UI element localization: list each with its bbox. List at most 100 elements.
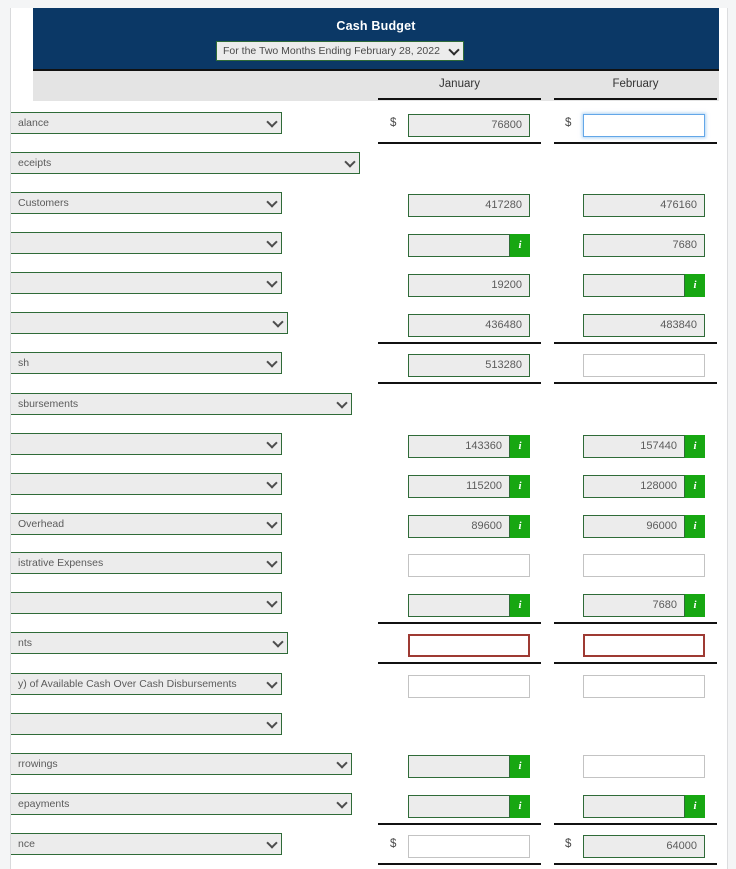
february-ending-cash-balance-input[interactable]: 64000 (583, 835, 705, 858)
account-select-selling-administrative-expenses[interactable]: istrative Expenses (11, 552, 282, 574)
column-header-january-underline (378, 98, 541, 100)
account-select-label: eceipts (18, 157, 52, 169)
chevron-down-icon (274, 318, 282, 326)
account-select-label: sbursements (18, 398, 79, 410)
january-beginning-cash-balance-currency-symbol: $ (390, 117, 397, 129)
february-disbursement-row-4-underline (554, 622, 717, 624)
page-title: Cash Budget (336, 19, 416, 33)
account-select-label: rrowings (18, 758, 58, 770)
february-total-cash-available-input[interactable] (583, 354, 705, 377)
february-disbursement-row-1-info-icon[interactable]: i (685, 435, 705, 458)
january-manufacturing-overhead-info-icon[interactable]: i (510, 515, 530, 538)
february-manufacturing-overhead-info-icon[interactable]: i (685, 515, 705, 538)
february-selling-administrative-expenses-input[interactable] (583, 554, 705, 577)
account-select-collections-from-customers[interactable]: Customers (11, 192, 282, 214)
account-select-disbursement-row-2[interactable] (11, 473, 282, 495)
january-disbursement-row-4-info-icon[interactable]: i (510, 594, 530, 617)
january-borrowings-input[interactable] (408, 755, 510, 778)
january-repayments-info-icon[interactable]: i (510, 795, 530, 818)
chevron-down-icon (268, 238, 276, 246)
january-disbursement-row-1-info-icon[interactable]: i (510, 435, 530, 458)
panel-header: Cash Budget For the Two Months Ending Fe… (33, 8, 719, 70)
chevron-down-icon (268, 839, 276, 847)
february-receipts-row-3-input[interactable] (583, 274, 685, 297)
february-repayments-info-icon[interactable]: i (685, 795, 705, 818)
february-collections-from-customers-input[interactable]: 476160 (583, 194, 705, 217)
february-disbursement-row-4-input[interactable]: 7680 (583, 594, 685, 617)
column-header-february: February (612, 78, 659, 90)
january-total-cash-available-input[interactable]: 513280 (408, 354, 530, 377)
january-ending-cash-balance-underline (378, 863, 541, 865)
period-select[interactable]: For the Two Months Ending February 28, 2… (216, 41, 464, 61)
account-select-total-cash-available[interactable]: sh (11, 352, 282, 374)
february-manufacturing-overhead-input[interactable]: 96000 (583, 515, 685, 538)
account-select-disbursement-row-1[interactable] (11, 433, 282, 455)
january-repayments-underline (378, 823, 541, 825)
january-disbursement-row-4-underline (378, 622, 541, 624)
february-beginning-cash-balance-input[interactable] (583, 114, 705, 137)
chevron-down-icon (274, 638, 282, 646)
january-beginning-cash-balance-input[interactable]: 76800 (408, 114, 530, 137)
february-borrowings-input[interactable] (583, 755, 705, 778)
account-select-financing-header[interactable] (11, 713, 282, 735)
january-receipts-row-2-info-icon[interactable]: i (510, 234, 530, 257)
chevron-down-icon (268, 558, 276, 566)
january-borrowings-info-icon[interactable]: i (510, 755, 530, 778)
january-total-cash-disbursements-input[interactable] (408, 634, 530, 657)
january-disbursement-row-2-info-icon[interactable]: i (510, 475, 530, 498)
february-repayments-input[interactable] (583, 795, 685, 818)
chevron-down-icon (338, 759, 346, 767)
february-beginning-cash-balance-underline (554, 142, 717, 144)
january-receipts-row-2-input[interactable] (408, 234, 510, 257)
february-repayments-underline (554, 823, 717, 825)
february-disbursement-row-2-info-icon[interactable]: i (685, 475, 705, 498)
account-select-label: epayments (18, 798, 70, 810)
january-ending-cash-balance-input[interactable] (408, 835, 530, 858)
february-receipts-row-2-input[interactable]: 7680 (583, 234, 705, 257)
january-manufacturing-overhead-input[interactable]: 89600 (408, 515, 510, 538)
january-disbursement-row-2-input[interactable]: 115200 (408, 475, 510, 498)
february-disbursement-row-1-input[interactable]: 157440 (583, 435, 685, 458)
account-select-receipts-row-2[interactable] (11, 232, 282, 254)
account-select-manufacturing-overhead[interactable]: Overhead (11, 513, 282, 535)
account-select-receipts-row-3[interactable] (11, 272, 282, 294)
january-selling-administrative-expenses-input[interactable] (408, 554, 530, 577)
january-total-cash-disbursements-underline (378, 662, 541, 664)
chevron-down-icon (338, 399, 346, 407)
january-beginning-cash-balance-underline (378, 142, 541, 144)
account-select-excess-deficiency-available-cash[interactable]: y) of Available Cash Over Cash Disbursem… (11, 673, 282, 695)
february-excess-deficiency-available-cash-input[interactable] (583, 675, 705, 698)
chevron-down-icon (268, 519, 276, 527)
february-disbursement-row-2-input[interactable]: 128000 (583, 475, 685, 498)
chevron-down-icon (268, 719, 276, 727)
february-total-cash-disbursements-input[interactable] (583, 634, 705, 657)
account-select-borrowings[interactable]: rrowings (11, 753, 352, 775)
account-select-total-cash-disbursements[interactable]: nts (11, 632, 288, 654)
account-select-ending-cash-balance[interactable]: nce (11, 833, 282, 855)
account-select-total-cash-receipts[interactable] (11, 312, 288, 334)
account-select-cash-disbursements-header[interactable]: sbursements (11, 393, 352, 415)
account-select-cash-receipts-header[interactable]: eceipts (11, 152, 360, 174)
account-select-label: Customers (18, 197, 69, 209)
january-disbursement-row-1-input[interactable]: 143360 (408, 435, 510, 458)
account-select-beginning-cash-balance[interactable]: alance (11, 112, 282, 134)
account-select-disbursement-row-4[interactable] (11, 592, 282, 614)
period-select-value: For the Two Months Ending February 28, 2… (223, 45, 440, 57)
chevron-down-icon (338, 799, 346, 807)
january-collections-from-customers-input[interactable]: 417280 (408, 194, 530, 217)
february-total-cash-receipts-input[interactable]: 483840 (583, 314, 705, 337)
account-select-label: nce (18, 838, 35, 850)
chevron-down-icon (268, 479, 276, 487)
february-disbursement-row-4-info-icon[interactable]: i (685, 594, 705, 617)
account-select-repayments[interactable]: epayments (11, 793, 352, 815)
february-receipts-row-3-info-icon[interactable]: i (685, 274, 705, 297)
account-select-label: nts (18, 637, 33, 649)
chevron-down-icon (268, 439, 276, 447)
january-excess-deficiency-available-cash-input[interactable] (408, 675, 530, 698)
january-repayments-input[interactable] (408, 795, 510, 818)
january-total-cash-receipts-input[interactable]: 436480 (408, 314, 530, 337)
chevron-down-icon (268, 118, 276, 126)
january-receipts-row-3-input[interactable]: 19200 (408, 274, 530, 297)
january-disbursement-row-4-input[interactable] (408, 594, 510, 617)
chevron-down-icon (268, 358, 276, 366)
